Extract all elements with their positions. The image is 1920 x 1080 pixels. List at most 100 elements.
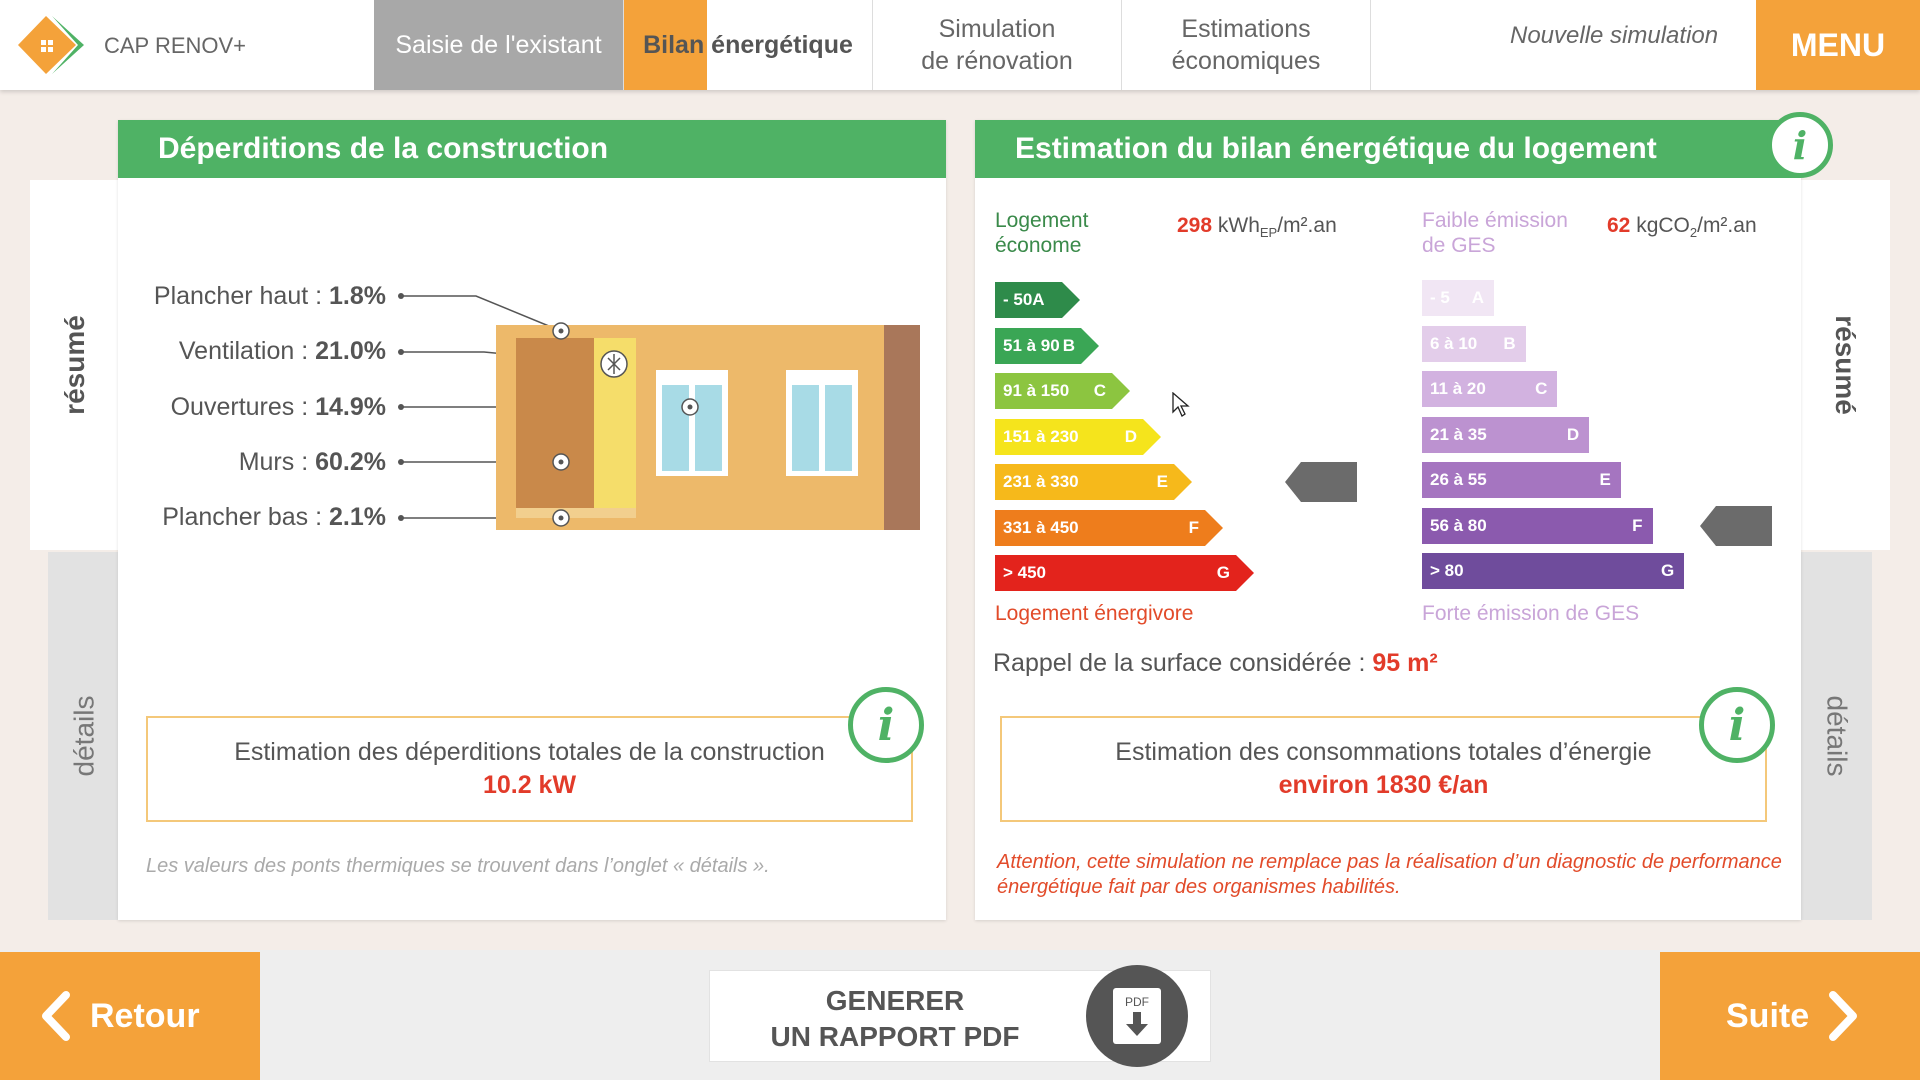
tab-label: Bilan énergétique bbox=[643, 31, 853, 59]
class-letter: D bbox=[1124, 426, 1137, 446]
class-letter: C bbox=[1093, 381, 1106, 400]
total-deperditions-box: Estimation des déperditions totales de l… bbox=[146, 716, 913, 822]
disclaimer-warning: Attention, cette simulation ne remplace … bbox=[997, 851, 1782, 898]
class-letter: B bbox=[1062, 335, 1075, 355]
mouse-cursor-icon bbox=[1172, 392, 1190, 417]
tab-label: Estimations économiques bbox=[1171, 15, 1321, 75]
info-icon[interactable]: i bbox=[1767, 112, 1833, 178]
class-letter: E bbox=[1599, 470, 1611, 489]
bar-arrow-tip bbox=[1143, 418, 1161, 455]
chevron-left-icon bbox=[42, 991, 70, 1041]
class-range: 26 à 55 bbox=[1430, 470, 1487, 489]
total-deperditions-value: 10.2 kW bbox=[482, 771, 577, 799]
tab-saisie-existant[interactable]: Saisie de l'existant bbox=[374, 0, 624, 90]
energy-class-bar: 51 à 90 B bbox=[995, 327, 1099, 364]
class-letter: G bbox=[1216, 563, 1230, 582]
tab-label: Simulation de rénovation bbox=[921, 15, 1073, 75]
class-letter: E bbox=[1156, 472, 1168, 491]
energy-class-bar: 91 à 150 C bbox=[995, 373, 1130, 409]
class-letter: C bbox=[1535, 379, 1548, 398]
energy-class-marker bbox=[1285, 462, 1357, 502]
left-tab-resume[interactable]: résumé bbox=[30, 180, 120, 550]
right-tab-resume[interactable]: résumé bbox=[1800, 180, 1890, 550]
energy-class-bar: 331 à 450 F bbox=[995, 509, 1223, 546]
tab-label: résumé bbox=[59, 315, 90, 415]
app-name: CAP RENOV+ bbox=[104, 33, 247, 58]
surface-reminder: Rappel de la surface considérée : 95 m² bbox=[993, 649, 1438, 677]
logement-energivore-label: Logement énergivore bbox=[995, 602, 1194, 625]
pdf-download-icon: PDF bbox=[1086, 965, 1188, 1067]
tab-simulation-renovation[interactable]: Simulation de rénovation bbox=[873, 0, 1122, 90]
ges-class-bar: > 80 G bbox=[1422, 553, 1685, 589]
total-consommation-value: environ 1830 €/an bbox=[1278, 771, 1489, 799]
next-button[interactable]: Suite bbox=[1660, 952, 1920, 1080]
house-diagram bbox=[398, 293, 920, 530]
class-range: 56 à 80 bbox=[1430, 515, 1487, 535]
ges-class-bar: 11 à 20 C bbox=[1422, 371, 1558, 407]
next-label: Suite bbox=[1726, 996, 1810, 1035]
energy-class-bar: 151 à 230 D bbox=[995, 418, 1161, 455]
total-consommation-label: Estimation des consommations totales d’é… bbox=[1115, 738, 1652, 766]
tab-label: Saisie de l'existant bbox=[395, 31, 602, 59]
right-tab-details[interactable]: détails bbox=[1800, 552, 1872, 920]
class-range: > 80 bbox=[1430, 561, 1464, 580]
info-icon[interactable]: i bbox=[848, 687, 924, 763]
class-range: - 50 bbox=[1003, 290, 1033, 309]
bar-arrow-tip bbox=[1112, 373, 1130, 409]
bilan-energetique-panel: Estimation du bilan énergétique du logem… bbox=[975, 112, 1833, 920]
cap-renov-logo-icon bbox=[18, 16, 84, 74]
bar-arrow-tip bbox=[1236, 555, 1254, 591]
ges-emission-value: 62 kgCO2/m².an bbox=[1607, 214, 1757, 241]
pdf-button-label: GENERER UN RAPPORT PDF bbox=[770, 985, 1020, 1052]
class-letter: D bbox=[1566, 424, 1580, 444]
chevron-right-icon bbox=[1829, 991, 1858, 1041]
ges-class-bar: - 5 A bbox=[1422, 280, 1494, 316]
svg-text:PDF: PDF bbox=[1125, 995, 1149, 1009]
tab-estimations-economiques[interactable]: Estimations économiques bbox=[1122, 0, 1371, 90]
bar-arrow-tip bbox=[1081, 327, 1099, 364]
logement-econome-label: Logement économe bbox=[995, 209, 1089, 257]
class-letter: A bbox=[1471, 288, 1484, 307]
total-consommation-box: Estimation des consommations totales d’é… bbox=[1000, 716, 1767, 822]
class-range: 11 à 20 bbox=[1430, 379, 1486, 398]
ges-class-bar: 6 à 10 B bbox=[1422, 325, 1526, 362]
energy-consumption-value: 298 kWhEP/m².an bbox=[1177, 214, 1337, 241]
ges-class-bar: 56 à 80 F bbox=[1422, 507, 1653, 544]
tab-bilan-energetique[interactable]: Bilan énergétique bbox=[624, 0, 873, 90]
left-tab-details[interactable]: détails bbox=[48, 552, 120, 920]
class-letter: F bbox=[1188, 517, 1199, 537]
bar-arrow-tip bbox=[1174, 464, 1192, 500]
forte-emission-label: Forte émission de GES bbox=[1422, 602, 1640, 625]
back-button[interactable]: Retour bbox=[0, 952, 260, 1080]
energy-class-bar: 231 à 330 E bbox=[995, 464, 1192, 500]
bar-arrow-tip bbox=[1062, 282, 1080, 318]
top-navigation-bar: CAP RENOV+ Saisie de l'existant Bilan én… bbox=[0, 0, 1920, 90]
menu-button[interactable]: MENU bbox=[1756, 0, 1920, 90]
class-range: 51 à 90 bbox=[1003, 335, 1060, 355]
energy-class-bar: > 450 G bbox=[995, 555, 1254, 591]
generate-pdf-button[interactable]: GENERER UN RAPPORT PDF PDF bbox=[709, 965, 1211, 1067]
class-range: 91 à 150 bbox=[1003, 381, 1070, 400]
total-deperditions-label: Estimation des déperditions totales de l… bbox=[234, 738, 825, 766]
class-letter: F bbox=[1632, 515, 1643, 535]
class-range: 21 à 35 bbox=[1430, 424, 1487, 444]
bar-arrow-tip bbox=[1205, 509, 1223, 546]
class-range: 231 à 330 bbox=[1003, 472, 1079, 491]
info-icon[interactable]: i bbox=[1699, 687, 1775, 763]
class-range: 151 à 230 bbox=[1003, 426, 1079, 446]
ges-class-marker bbox=[1700, 505, 1772, 546]
new-simulation-link[interactable]: Nouvelle simulation bbox=[1510, 22, 1718, 50]
tab-label: détails bbox=[68, 695, 99, 777]
class-letter: B bbox=[1503, 333, 1516, 353]
tab-label: résumé bbox=[1830, 315, 1861, 415]
panel-title: Estimation du bilan énergétique du logem… bbox=[975, 120, 1801, 178]
energy-class-bar: - 50 A bbox=[995, 282, 1080, 318]
thermal-bridges-note: Les valeurs des ponts thermiques se trou… bbox=[146, 855, 770, 877]
class-letter: A bbox=[1032, 290, 1045, 309]
tab-label: détails bbox=[1821, 695, 1852, 777]
class-range: 6 à 10 bbox=[1430, 333, 1478, 353]
class-range: - 5 bbox=[1430, 288, 1450, 307]
ges-class-bar: 26 à 55 E bbox=[1422, 462, 1621, 498]
back-label: Retour bbox=[90, 996, 200, 1035]
class-letter: G bbox=[1660, 561, 1675, 580]
